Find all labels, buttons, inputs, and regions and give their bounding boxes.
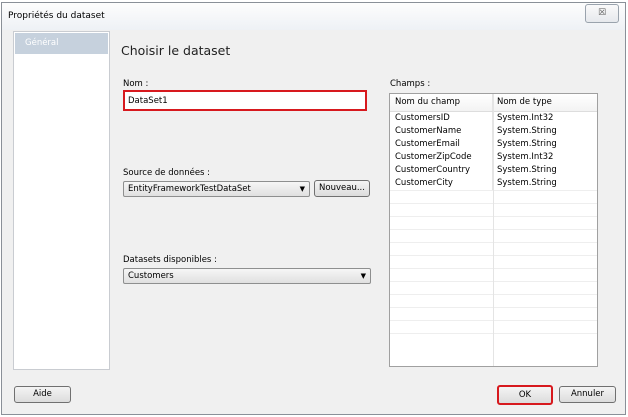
source-value: EntityFrameworkTestDataSet: [128, 184, 251, 194]
help-button[interactable]: Aide: [14, 386, 71, 403]
column-header-type[interactable]: Nom de type: [493, 94, 597, 111]
cancel-button[interactable]: Annuler: [559, 386, 616, 403]
close-button[interactable]: ☒: [585, 4, 619, 23]
page-title: Choisir le dataset: [121, 43, 231, 58]
field-type: System.Int32: [497, 152, 554, 162]
datasets-label: Datasets disponibles :: [123, 255, 217, 265]
field-name: CustomerCountry: [390, 164, 493, 177]
field-name: CustomerEmail: [390, 138, 493, 151]
field-name: CustomersID: [390, 112, 493, 125]
field-type: System.Int32: [497, 113, 554, 123]
field-name: CustomerZipCode: [390, 151, 493, 164]
dialog-title: Propriétés du dataset: [8, 11, 105, 21]
column-divider: [493, 94, 494, 366]
field-type: System.String: [497, 178, 557, 188]
datasets-value: Customers: [128, 271, 174, 281]
sidebar: Général: [13, 31, 110, 370]
field-type: System.String: [497, 126, 557, 136]
source-select[interactable]: EntityFrameworkTestDataSet ▼: [123, 181, 310, 197]
field-name: CustomerCity: [390, 177, 493, 190]
sidebar-item-general[interactable]: Général: [15, 33, 108, 54]
name-input[interactable]: DataSet1: [123, 90, 367, 111]
datasets-select[interactable]: Customers ▼: [123, 268, 371, 284]
field-type: System.String: [497, 139, 557, 149]
column-header-field[interactable]: Nom du champ: [390, 94, 493, 111]
name-label: Nom :: [123, 79, 149, 89]
chevron-down-icon: ▼: [360, 272, 366, 280]
field-type: System.String: [497, 165, 557, 175]
source-label: Source de données :: [123, 168, 211, 178]
field-name: CustomerName: [390, 125, 493, 138]
close-icon: ☒: [597, 8, 607, 18]
new-source-button[interactable]: Nouveau...: [314, 180, 370, 197]
ok-button[interactable]: OK: [497, 385, 553, 405]
dataset-properties-dialog: Propriétés du dataset ☒ Général Choisir …: [1, 2, 626, 415]
title-bar: Propriétés du dataset ☒: [2, 3, 625, 30]
fields-grid[interactable]: Nom du champ Nom de type CustomersID Syst…: [389, 93, 598, 367]
chevron-down-icon: ▼: [299, 185, 305, 193]
fields-label: Champs :: [390, 79, 431, 89]
